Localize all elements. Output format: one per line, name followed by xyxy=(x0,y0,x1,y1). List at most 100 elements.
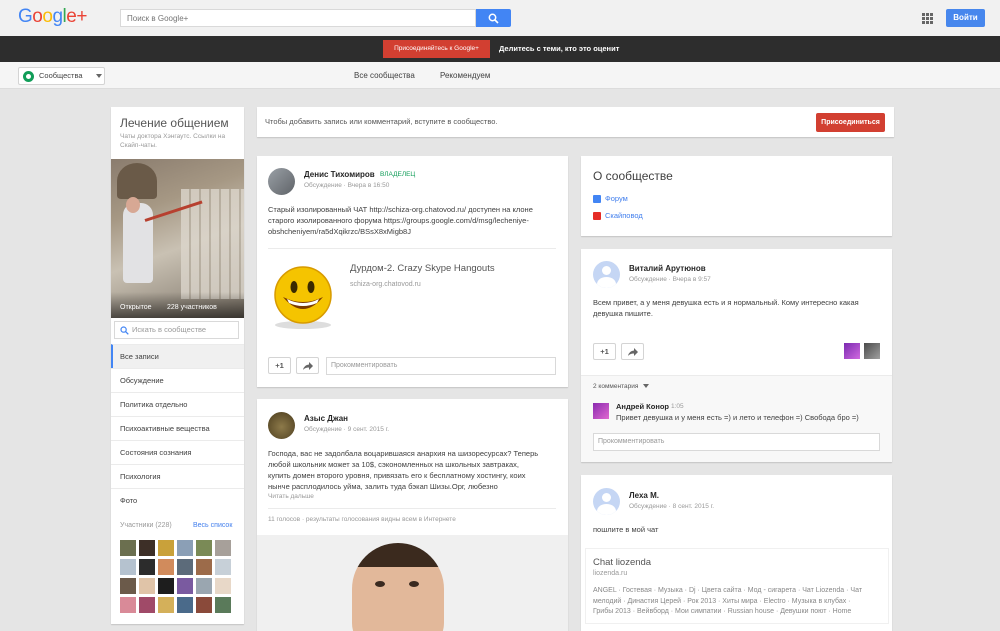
search-input[interactable] xyxy=(121,10,475,26)
join-community-button[interactable]: Присоединиться xyxy=(816,113,885,132)
member-avatar[interactable] xyxy=(196,540,212,556)
member-avatar[interactable] xyxy=(177,578,193,594)
category-photo[interactable]: Фото xyxy=(111,488,244,512)
read-more-link[interactable]: Читать дальше xyxy=(268,493,314,500)
post-category[interactable]: Обсуждение xyxy=(629,276,667,283)
tab-recommended[interactable]: Рекомендуем xyxy=(440,62,490,89)
post-author[interactable]: Азыс Джан xyxy=(304,414,348,423)
post-time[interactable]: 8 сент. 2015 г. xyxy=(673,503,714,510)
comment-input[interactable]: Прокомментировать xyxy=(326,357,556,375)
community-search-input[interactable]: Искать в сообществе xyxy=(114,321,239,339)
share-button[interactable] xyxy=(296,357,319,374)
member-avatar[interactable] xyxy=(158,578,174,594)
comments-toggle[interactable]: 2 комментария xyxy=(593,383,650,390)
post-time[interactable]: Вчера в 9:57 xyxy=(673,276,711,283)
post-category[interactable]: Обсуждение xyxy=(629,503,667,510)
member-avatar[interactable] xyxy=(139,540,155,556)
post-body: Старый изолированный ЧАТ http://schiza-o… xyxy=(268,204,560,237)
post-meta: Обсуждение · Вчера в 16:50 xyxy=(304,182,390,189)
member-avatar[interactable] xyxy=(215,578,231,594)
owner-badge: ВЛАДЕЛЕЦ xyxy=(380,171,416,178)
member-avatar-grid xyxy=(120,540,238,613)
post-category[interactable]: Обсуждение xyxy=(304,426,342,433)
members-all-link[interactable]: Весь список xyxy=(193,522,232,529)
post-body: Всем привет, а у меня девушка есть и я н… xyxy=(593,297,885,319)
community-cover-image: Открытое 228 участников xyxy=(111,159,244,318)
google-plus-logo[interactable]: Google+ xyxy=(18,6,87,28)
member-avatar[interactable] xyxy=(177,597,193,613)
link-preview-line: мелодий · Династия Церей · Рок 2013 · Хи… xyxy=(593,597,851,605)
member-avatar[interactable] xyxy=(139,559,155,575)
poll-votes: 11 голосов · результаты голосования видн… xyxy=(268,516,456,523)
forum-icon xyxy=(593,195,601,203)
poll-image[interactable] xyxy=(257,535,568,631)
comment-author[interactable]: Андрей Конор xyxy=(616,402,669,411)
avatar[interactable] xyxy=(593,403,609,419)
nav-bar: Сообщества Все сообщества Рекомендуем xyxy=(0,62,1000,89)
post-body-line: Господа, вас не задолбала воцарившаяся а… xyxy=(268,449,539,458)
plusoner-avatar[interactable] xyxy=(844,343,860,359)
member-avatar[interactable] xyxy=(215,597,231,613)
post-body-line: Старый изолированный ЧАТ http://schiza-o… xyxy=(268,205,533,214)
community-subtitle: Чаты доктора Хэнгаутс. Ссылки на Скайп-ч… xyxy=(120,133,226,149)
post-author[interactable]: Виталий Арутюнов xyxy=(629,264,706,273)
category-psychology[interactable]: Психология xyxy=(111,464,244,488)
avatar[interactable] xyxy=(268,168,295,195)
avatar[interactable] xyxy=(268,412,295,439)
link-preview-url[interactable]: schiza-org.chatovod.ru xyxy=(350,281,421,288)
member-avatar[interactable] xyxy=(158,559,174,575)
post-body-line: Всем привет, а у меня девушка есть и я н… xyxy=(593,298,859,307)
member-avatar[interactable] xyxy=(215,559,231,575)
link-preview-title[interactable]: Chat liozenda xyxy=(593,557,651,568)
category-consciousness[interactable]: Состояния сознания xyxy=(111,440,244,464)
avatar[interactable] xyxy=(593,261,620,288)
member-avatar[interactable] xyxy=(158,597,174,613)
share-icon xyxy=(303,362,313,370)
category-substances[interactable]: Психоактивные вещества xyxy=(111,416,244,440)
category-politics[interactable]: Политика отдельно xyxy=(111,392,244,416)
post-author[interactable]: Денис Тихомиров xyxy=(304,170,375,179)
member-avatar[interactable] xyxy=(177,559,193,575)
search-button[interactable] xyxy=(476,9,511,27)
member-avatar[interactable] xyxy=(177,540,193,556)
communities-dropdown[interactable]: Сообщества xyxy=(18,67,105,85)
smiley-image[interactable] xyxy=(269,263,337,331)
plusoner-avatar[interactable] xyxy=(864,343,880,359)
member-avatar[interactable] xyxy=(120,540,136,556)
poll-note: результаты голосования видны всем в Инте… xyxy=(305,516,456,523)
plus-one-button[interactable]: +1 xyxy=(268,357,291,374)
comment-input[interactable]: Прокомментировать xyxy=(593,433,880,451)
post-time[interactable]: Вчера в 16:50 xyxy=(348,182,390,189)
community-member-count: 228 участников xyxy=(167,304,217,311)
category-all-posts[interactable]: Все записи xyxy=(111,344,244,368)
search-box[interactable] xyxy=(120,9,476,27)
apps-grid-icon[interactable] xyxy=(922,13,933,24)
community-search-placeholder: Искать в сообществе xyxy=(132,325,207,334)
link-preview-line: ANGEL · Гостевая · Музыка · Dj · Цвета с… xyxy=(593,587,863,594)
join-google-plus-button[interactable]: Присоединяйтесь к Google+ xyxy=(383,40,490,58)
member-avatar[interactable] xyxy=(120,559,136,575)
avatar[interactable] xyxy=(593,488,620,515)
tab-all-communities[interactable]: Все сообщества xyxy=(354,62,415,89)
post-category[interactable]: Обсуждение xyxy=(304,182,342,189)
forum-link[interactable]: Форум xyxy=(605,194,628,203)
link-preview-title[interactable]: Дурдом-2. Crazy Skype Hangouts xyxy=(350,263,495,274)
divider xyxy=(268,248,556,249)
share-button[interactable] xyxy=(621,343,644,360)
login-button[interactable]: Войти xyxy=(946,9,985,27)
plus-one-button[interactable]: +1 xyxy=(593,343,616,360)
category-discussion[interactable]: Обсуждение xyxy=(111,368,244,392)
post-time[interactable]: 9 сент. 2015 г. xyxy=(348,426,389,433)
member-avatar[interactable] xyxy=(196,559,212,575)
member-avatar[interactable] xyxy=(120,597,136,613)
member-avatar[interactable] xyxy=(139,578,155,594)
member-avatar[interactable] xyxy=(139,597,155,613)
member-avatar[interactable] xyxy=(158,540,174,556)
post-author[interactable]: Леха М. xyxy=(629,491,659,500)
link-preview-url[interactable]: liozenda.ru xyxy=(593,570,627,577)
member-avatar[interactable] xyxy=(196,578,212,594)
member-avatar[interactable] xyxy=(120,578,136,594)
member-avatar[interactable] xyxy=(215,540,231,556)
member-avatar[interactable] xyxy=(196,597,212,613)
skype-link[interactable]: Скайповод xyxy=(605,211,643,220)
